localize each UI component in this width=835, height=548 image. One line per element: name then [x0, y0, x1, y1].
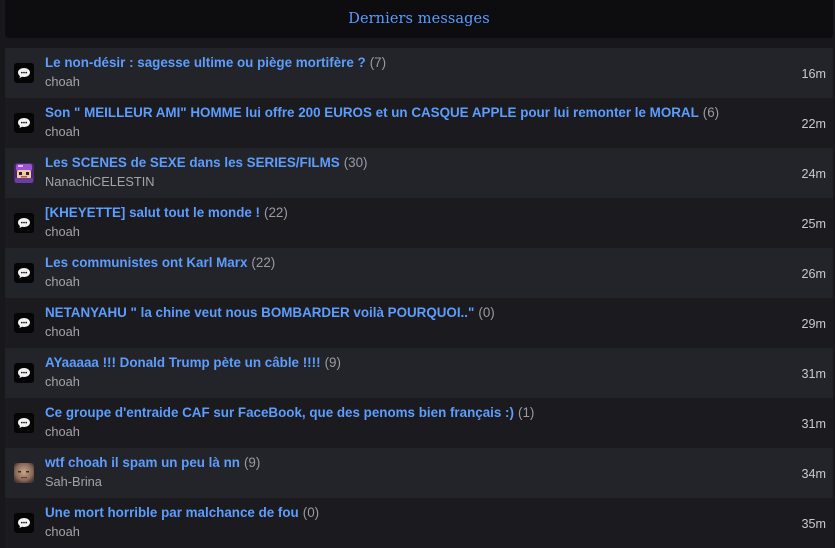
timestamp: 24m	[801, 167, 827, 181]
author-name[interactable]: choah	[45, 224, 80, 240]
message-list: Le non-désir : sagesse ultime ou piège m…	[5, 48, 833, 548]
reply-count: (7)	[369, 55, 387, 70]
timestamp: 34m	[801, 467, 827, 481]
timestamp: 26m	[801, 267, 827, 281]
reply-count: (0)	[302, 505, 320, 520]
list-item: Les SCENES de SEXE dans les SERIES/FILMS…	[5, 148, 833, 198]
reply-count: (22)	[251, 255, 276, 270]
timestamp: 16m	[801, 67, 827, 81]
reply-count: (6)	[702, 105, 720, 120]
timestamp: 29m	[801, 317, 827, 331]
timestamp: 31m	[801, 417, 827, 431]
author-name[interactable]: choah	[45, 424, 80, 440]
topic-link[interactable]: Les communistes ont Karl Marx	[45, 255, 247, 270]
reply-count: (1)	[517, 405, 535, 420]
topic-link[interactable]: Son " MEILLEUR AMI" HOMME lui offre 200 …	[45, 105, 699, 120]
author-name[interactable]: Sah-Brina	[45, 474, 102, 490]
author-name[interactable]: choah	[45, 274, 80, 290]
bubble-icon	[14, 413, 34, 433]
panel-title: Derniers messages	[348, 11, 490, 27]
topic-link[interactable]: AYaaaaa !!! Donald Trump pète un câble !…	[45, 355, 321, 370]
purple-character-avatar	[14, 163, 34, 183]
list-item: wtf choah il spam un peu là nn (9) Sah-Br…	[5, 448, 833, 498]
list-item: AYaaaaa !!! Donald Trump pète un câble !…	[5, 348, 833, 398]
author-name[interactable]: choah	[45, 524, 80, 540]
topic-link[interactable]: [KHEYETTE] salut tout le monde !	[45, 205, 260, 220]
list-item: Le non-désir : sagesse ultime ou piège m…	[5, 48, 833, 98]
topic-link[interactable]: NETANYAHU " la chine veut nous BOMBARDER…	[45, 305, 474, 320]
panel-header: Derniers messages	[5, 0, 833, 38]
author-name[interactable]: choah	[45, 374, 80, 390]
latest-messages-panel: Derniers messages Le non-désir : sagesse…	[0, 0, 835, 548]
reply-count: (22)	[264, 205, 288, 220]
bubble-icon	[14, 63, 34, 83]
bubble-icon	[14, 363, 34, 383]
list-item: Une mort horrible par malchance de fou (0…	[5, 498, 833, 548]
reply-count: (0)	[478, 305, 495, 320]
list-item: NETANYAHU " la chine veut nous BOMBARDER…	[5, 298, 833, 348]
bubble-icon	[14, 213, 34, 233]
timestamp: 35m	[801, 517, 827, 531]
list-item: Son " MEILLEUR AMI" HOMME lui offre 200 …	[5, 98, 833, 148]
author-name[interactable]: choah	[45, 74, 80, 90]
topic-link[interactable]: wtf choah il spam un peu là nn	[45, 455, 240, 470]
bubble-icon	[14, 513, 34, 533]
author-name[interactable]: choah	[45, 124, 80, 140]
list-item: Ce groupe d'entraide CAF sur FaceBook, q…	[5, 398, 833, 448]
topic-link[interactable]: Ce groupe d'entraide CAF sur FaceBook, q…	[45, 405, 514, 420]
bubble-icon	[14, 113, 34, 133]
reply-count: (9)	[324, 355, 341, 370]
list-item: [KHEYETTE] salut tout le monde ! (22) cho…	[5, 198, 833, 248]
timestamp: 25m	[801, 217, 827, 231]
photo-avatar	[14, 463, 34, 483]
author-name[interactable]: choah	[45, 324, 80, 340]
bubble-icon	[14, 313, 34, 333]
timestamp: 22m	[801, 117, 827, 131]
topic-link[interactable]: Une mort horrible par malchance de fou	[45, 505, 299, 520]
bubble-icon	[14, 263, 34, 283]
reply-count: (9)	[243, 455, 261, 470]
topic-link[interactable]: Les SCENES de SEXE dans les SERIES/FILMS	[45, 155, 340, 170]
reply-count: (30)	[343, 155, 368, 170]
timestamp: 31m	[801, 367, 827, 381]
list-item: Les communistes ont Karl Marx (22) choah …	[5, 248, 833, 298]
author-name[interactable]: NanachiCELESTIN	[45, 174, 155, 190]
topic-link[interactable]: Le non-désir : sagesse ultime ou piège m…	[45, 55, 366, 70]
